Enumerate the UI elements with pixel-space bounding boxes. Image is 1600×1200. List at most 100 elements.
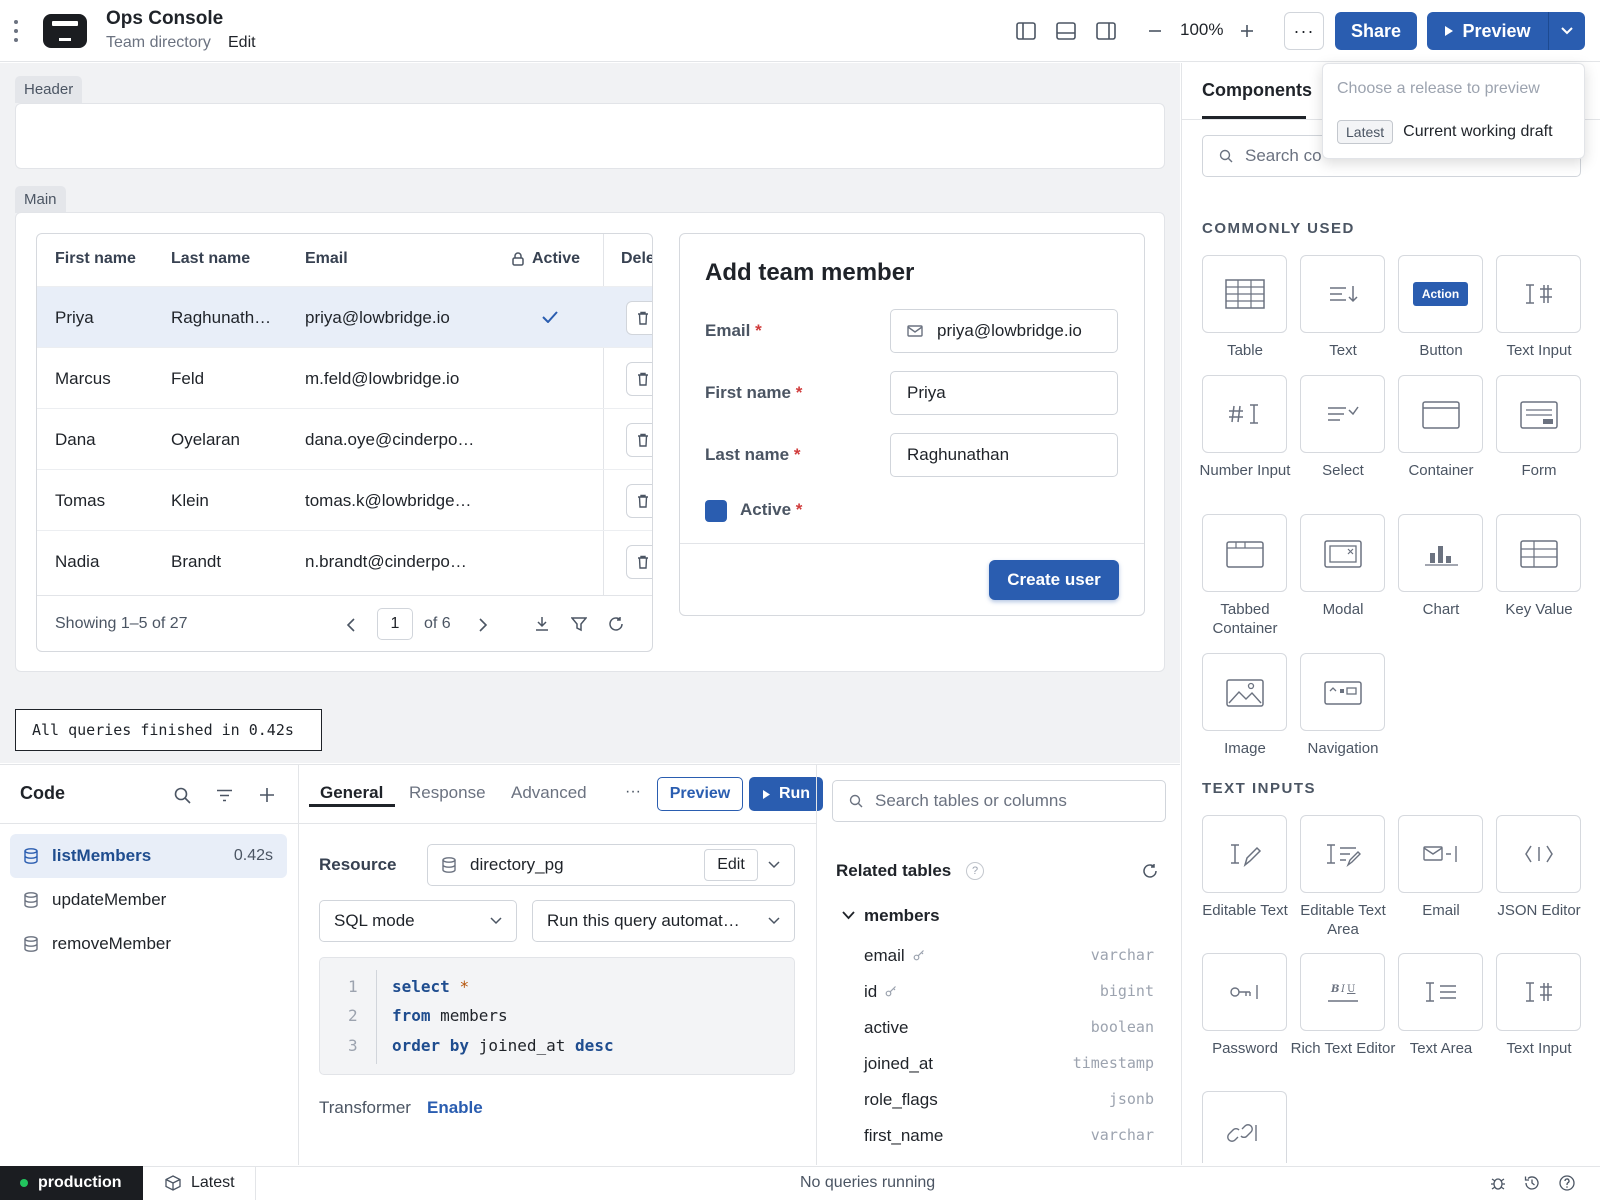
page-name[interactable]: Team directory: [106, 34, 211, 52]
query-item-listmembers[interactable]: listMembers 0.42s: [10, 834, 287, 878]
column-header-email[interactable]: Email: [305, 250, 348, 268]
delete-row-button[interactable]: [626, 423, 652, 457]
history-icon[interactable]: [1524, 1175, 1540, 1191]
component-tile-text-input[interactable]: [1496, 953, 1581, 1031]
zoom-out-icon[interactable]: [1140, 16, 1170, 46]
preview-main[interactable]: Preview: [1427, 12, 1549, 50]
component-tile-tabbed-container[interactable]: [1202, 514, 1287, 592]
refresh-icon[interactable]: [608, 616, 624, 632]
table-row[interactable]: Tomas Klein tomas.k@lowbridge…: [37, 469, 652, 530]
component-tile-number-input[interactable]: [1202, 375, 1287, 453]
release-option[interactable]: Latest Current working draft: [1323, 114, 1586, 150]
schema-search-input[interactable]: Search tables or columns: [832, 780, 1166, 822]
delete-row-button[interactable]: [626, 362, 652, 396]
first-name-field[interactable]: Priya: [890, 371, 1118, 415]
column-header-last-name[interactable]: Last name: [171, 250, 250, 268]
editor-more-button[interactable]: ···: [625, 783, 641, 801]
add-member-form[interactable]: Add team member Email * priya@lowbridge.…: [679, 233, 1145, 616]
tab-components[interactable]: Components: [1202, 80, 1312, 101]
component-tile-table[interactable]: [1202, 255, 1287, 333]
schema-column-row[interactable]: first_name varchar: [864, 1126, 1154, 1146]
toggle-left-panel-icon[interactable]: [1011, 16, 1041, 46]
tab-advanced[interactable]: Advanced: [511, 783, 587, 803]
mode-select[interactable]: SQL mode: [319, 900, 517, 942]
help-icon[interactable]: ?: [966, 862, 984, 880]
preview-button[interactable]: Preview: [1427, 12, 1585, 50]
component-tile-text-area[interactable]: [1398, 953, 1483, 1031]
share-button[interactable]: Share: [1335, 12, 1417, 50]
chevron-down-icon[interactable]: [842, 911, 855, 920]
query-item-updatemember[interactable]: updateMember: [10, 878, 287, 922]
component-tile-email[interactable]: [1398, 815, 1483, 893]
component-tile-text[interactable]: [1300, 255, 1385, 333]
run-query-button[interactable]: Run: [749, 777, 823, 811]
page-number-input[interactable]: 1: [377, 608, 413, 640]
header-section-label[interactable]: Header: [15, 76, 83, 103]
component-tile-modal[interactable]: [1300, 514, 1385, 592]
table-row[interactable]: Dana Oyelaran dana.oye@cinderpo…: [37, 408, 652, 469]
column-header-first-name[interactable]: First name: [55, 250, 136, 268]
schema-table-name[interactable]: members: [864, 906, 940, 926]
more-actions-button[interactable]: ···: [1284, 12, 1324, 50]
component-tile-image[interactable]: [1202, 653, 1287, 731]
members-table[interactable]: First name Last name Email Active Dele P…: [36, 233, 653, 652]
component-tile-chart[interactable]: [1398, 514, 1483, 592]
component-tile-link[interactable]: [1202, 1091, 1287, 1163]
column-header-delete[interactable]: Dele: [621, 250, 652, 268]
preview-dropdown-toggle[interactable]: [1549, 26, 1585, 36]
filter-list-icon[interactable]: [216, 789, 233, 802]
component-tile-container[interactable]: [1398, 375, 1483, 453]
delete-row-button[interactable]: [626, 484, 652, 518]
header-frame[interactable]: [15, 103, 1165, 169]
zoom-in-icon[interactable]: [1232, 16, 1262, 46]
add-query-icon[interactable]: [259, 787, 275, 803]
enable-transformer-link[interactable]: Enable: [427, 1098, 483, 1118]
bug-icon[interactable]: [1490, 1175, 1506, 1191]
app-menu-icon[interactable]: [12, 20, 20, 42]
download-icon[interactable]: [534, 616, 550, 632]
schema-column-row[interactable]: id bigint: [864, 982, 1154, 1002]
active-checkbox[interactable]: [705, 500, 727, 522]
create-user-button[interactable]: Create user: [989, 560, 1119, 600]
edit-page-link[interactable]: Edit: [228, 34, 256, 52]
component-tile-form[interactable]: [1496, 375, 1581, 453]
schema-column-row[interactable]: joined_at timestamp: [864, 1054, 1154, 1074]
toggle-bottom-panel-icon[interactable]: [1051, 16, 1081, 46]
release-switcher[interactable]: Latest: [143, 1166, 256, 1200]
environment-switcher[interactable]: production: [0, 1166, 143, 1200]
last-name-field[interactable]: Raghunathan: [890, 433, 1118, 477]
help-icon[interactable]: [1559, 1175, 1575, 1191]
resource-edit-button[interactable]: Edit: [704, 849, 758, 881]
sql-editor[interactable]: 1 2 3 select * from members order by joi…: [319, 957, 795, 1075]
delete-row-button[interactable]: [626, 301, 652, 335]
schema-column-row[interactable]: email varchar: [864, 946, 1154, 966]
trigger-select[interactable]: Run this query automat…: [532, 900, 795, 942]
component-tile-editable-text-area[interactable]: [1300, 815, 1385, 893]
component-tile-key-value[interactable]: [1496, 514, 1581, 592]
toggle-right-panel-icon[interactable]: [1091, 16, 1121, 46]
component-tile-rich-text-editor[interactable]: BIU: [1300, 953, 1385, 1031]
search-icon[interactable]: [174, 787, 191, 804]
component-tile-password[interactable]: [1202, 953, 1287, 1031]
tab-general[interactable]: General: [320, 783, 383, 803]
schema-column-row[interactable]: active boolean: [864, 1018, 1154, 1038]
chevron-left-icon[interactable]: [346, 618, 356, 632]
delete-row-button[interactable]: [626, 545, 652, 579]
refresh-icon[interactable]: [1142, 863, 1158, 879]
email-field[interactable]: priya@lowbridge.io: [890, 309, 1118, 353]
component-tile-button[interactable]: Action: [1398, 255, 1483, 333]
component-tile-text-input[interactable]: [1496, 255, 1581, 333]
filter-icon[interactable]: [571, 616, 587, 632]
table-row[interactable]: Priya Raghunath… priya@lowbridge.io: [37, 286, 652, 347]
query-preview-button[interactable]: Preview: [657, 777, 743, 811]
component-tile-navigation[interactable]: [1300, 653, 1385, 731]
table-row[interactable]: Nadia Brandt n.brandt@cinderpo…: [37, 530, 652, 595]
chevron-right-icon[interactable]: [478, 618, 488, 632]
component-tile-select[interactable]: [1300, 375, 1385, 453]
query-item-removemember[interactable]: removeMember: [10, 922, 287, 966]
component-tile-json-editor[interactable]: [1496, 815, 1581, 893]
table-row[interactable]: Marcus Feld m.feld@lowbridge.io: [37, 347, 652, 408]
resource-select[interactable]: directory_pg Edit: [427, 844, 795, 886]
zoom-level[interactable]: 100%: [1180, 20, 1223, 40]
component-tile-editable-text[interactable]: [1202, 815, 1287, 893]
